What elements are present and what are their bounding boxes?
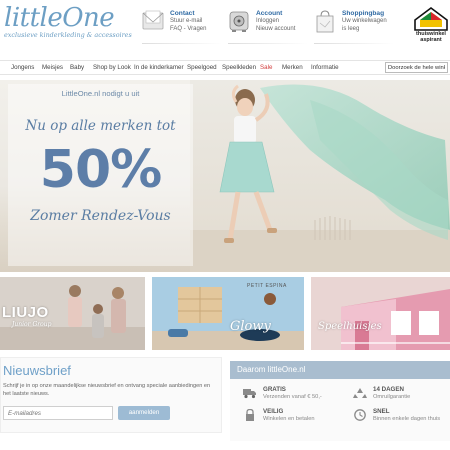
logo[interactable]: littleOne exclusieve kinderkleding & acc… bbox=[4, 3, 132, 44]
usp-box: Daarom littleOne.nl GRATIS Verzenden van… bbox=[230, 361, 450, 441]
usp-sub: Verzenden vanaf € 50,- bbox=[263, 394, 322, 400]
tile-liujo-label: LIUJO bbox=[2, 304, 49, 321]
shopping-bag-icon bbox=[314, 9, 336, 35]
hero-photo bbox=[190, 80, 450, 272]
thuiswinkel-badge[interactable]: thuiswinkel aspirant bbox=[413, 6, 449, 46]
shoppingbag-title: Shoppingbag bbox=[342, 10, 385, 17]
usp-title: VEILIG bbox=[263, 408, 284, 415]
divider bbox=[314, 43, 394, 44]
usp-sub: Binnen enkele dagen thuis bbox=[373, 416, 441, 422]
nav-item-sale[interactable]: Sale bbox=[260, 64, 272, 71]
hero-banner[interactable]: LittleOne.nl nodigt u uit Nu op alle mer… bbox=[0, 80, 450, 272]
login-link[interactable]: Inloggen bbox=[256, 18, 279, 24]
logo-tagline: exclusieve kinderkleding & accessoires bbox=[4, 31, 132, 39]
nav-item-kinderkamer[interactable]: In de kinderkamer bbox=[134, 64, 184, 71]
badge-line2: aspirant bbox=[420, 37, 442, 43]
nav-item-informatie[interactable]: Informatie bbox=[311, 64, 339, 71]
tile-speelhuisjes-label: Speelhuisjes bbox=[318, 321, 382, 332]
tile-speelhuisjes[interactable]: Speelhuisjes bbox=[311, 277, 450, 350]
tile-glowy[interactable]: PETIT ESPINA Glowy bbox=[152, 277, 304, 350]
usp-return-guarantee: 14 DAGEN Omruilgarantie bbox=[340, 385, 445, 407]
contact-title: Contact bbox=[170, 10, 195, 17]
new-account-link[interactable]: Nieuw account bbox=[256, 26, 295, 32]
truck-icon bbox=[243, 386, 257, 399]
divider bbox=[228, 43, 308, 44]
contact-email-link[interactable]: Stuur e-mail bbox=[170, 18, 202, 24]
usp-title: SNEL bbox=[373, 408, 390, 415]
main-nav: Jongens Meisjes Baby Shop by Look In de … bbox=[0, 60, 450, 75]
newsletter-email-input[interactable] bbox=[3, 406, 113, 420]
usp-fast: SNEL Binnen enkele dagen thuis bbox=[340, 407, 445, 429]
shoppingbag-status: is leeg bbox=[342, 26, 360, 32]
account-title: Account bbox=[256, 10, 283, 17]
nav-item-shop-by-look[interactable]: Shop by Look bbox=[93, 64, 131, 71]
usp-free-shipping: GRATIS Verzenden vanaf € 50,- bbox=[230, 385, 335, 407]
usp-sub: Omruilgarantie bbox=[373, 394, 411, 400]
nav-item-jongens[interactable]: Jongens bbox=[11, 64, 34, 71]
search-input[interactable] bbox=[385, 62, 448, 73]
usp-title: GRATIS bbox=[263, 386, 286, 393]
contact-faq-link[interactable]: FAQ - Vragen bbox=[170, 26, 206, 32]
envelope-icon bbox=[142, 9, 164, 35]
tile-liujo[interactable]: LIUJO Junior Group bbox=[0, 277, 145, 350]
newsletter-text: Schrijf je in op onze maandelijkse nieuw… bbox=[3, 383, 211, 397]
lock-icon bbox=[243, 408, 257, 421]
tile-liujo-sublabel: Junior Group bbox=[12, 321, 52, 328]
nav-item-baby[interactable]: Baby bbox=[70, 64, 84, 71]
hero-subline: Zomer Rendez-Vous bbox=[30, 208, 171, 224]
site-header: littleOne exclusieve kinderkleding & acc… bbox=[0, 0, 450, 58]
speelhuisjes-photo bbox=[311, 277, 450, 350]
hero-intro: LittleOne.nl nodigt u uit bbox=[61, 89, 140, 98]
nav-item-merken[interactable]: Merken bbox=[282, 64, 303, 71]
newsletter-subscribe-button[interactable]: aanmelden bbox=[118, 406, 170, 420]
clock-icon bbox=[353, 408, 367, 421]
usp-sub: Winkelen en betalen bbox=[263, 416, 315, 422]
safe-icon bbox=[228, 9, 250, 35]
newsletter-title: Nieuwsbrief bbox=[3, 363, 71, 378]
shoppingbag-line1: Uw winkelwagen bbox=[342, 18, 387, 24]
nav-item-speelkleden[interactable]: Speelkleden bbox=[222, 64, 256, 71]
tile-glowy-sign: PETIT ESPINA bbox=[247, 283, 287, 289]
recycle-icon bbox=[353, 386, 367, 398]
nav-item-meisjes[interactable]: Meisjes bbox=[42, 64, 63, 71]
logo-wordmark: littleOne bbox=[4, 3, 115, 33]
usp-heading: Daarom littleOne.nl bbox=[230, 361, 450, 379]
hero-discount: 50% bbox=[39, 140, 162, 200]
newsletter-box: Nieuwsbrief Schrijf je in op onze maande… bbox=[0, 357, 222, 433]
tile-glowy-label: Glowy bbox=[230, 319, 271, 334]
usp-secure: VEILIG Winkelen en betalen bbox=[230, 407, 335, 429]
hero-headline: Nu op alle merken tot bbox=[25, 118, 176, 134]
house-logo-icon bbox=[414, 7, 448, 31]
nav-item-speelgoed[interactable]: Speelgoed bbox=[187, 64, 217, 71]
usp-title: 14 DAGEN bbox=[373, 386, 404, 393]
divider bbox=[142, 43, 222, 44]
